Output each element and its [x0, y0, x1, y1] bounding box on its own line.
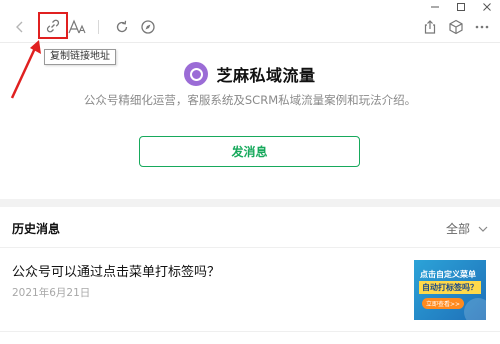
share-icon[interactable]	[420, 14, 440, 40]
window-controls	[422, 0, 500, 14]
account-description: 公众号精细化运营，客服系统及SCRM私域流量案例和玩法介绍。	[83, 93, 417, 107]
history-filter-dropdown[interactable]: 全部	[446, 220, 488, 237]
chevron-left-icon[interactable]	[10, 14, 30, 40]
browser-toolbar	[0, 12, 500, 40]
article-date: 2021年6月21日	[12, 287, 91, 299]
link-icon	[46, 19, 60, 32]
close-icon[interactable]	[474, 0, 500, 14]
article-title: 公众号可以通过点击菜单打标签吗？	[12, 265, 221, 280]
list-item[interactable]: 公众号可以通过点击菜单打标签吗？ 2021年6月21日 点击自定义菜单 自动打标…	[0, 248, 500, 332]
account-name: 芝麻私域流量	[216, 66, 316, 85]
list-divider	[0, 331, 500, 332]
avatar[interactable]	[184, 62, 209, 86]
font-size-icon[interactable]	[68, 14, 86, 40]
cube-icon[interactable]	[446, 14, 466, 40]
compass-icon[interactable]	[138, 14, 158, 40]
maximize-icon[interactable]	[448, 0, 474, 14]
minimize-icon[interactable]	[422, 0, 448, 14]
copy-link-button[interactable]	[38, 12, 68, 39]
account-header: 芝麻私域流量	[0, 60, 500, 88]
thumbnail-line-1: 点击自定义菜单	[420, 270, 476, 279]
send-message-button[interactable]: 发消息	[139, 136, 360, 167]
more-icon[interactable]	[472, 14, 492, 40]
thumbnail-line-2: 自动打标签吗？	[419, 281, 481, 294]
section-separator	[0, 199, 500, 207]
thumbnail-button: 立即查看>>	[422, 298, 465, 309]
article-thumbnail: 点击自定义菜单 自动打标签吗？ 立即查看>>	[414, 260, 486, 320]
refresh-icon[interactable]	[112, 14, 132, 40]
chevron-down-icon	[478, 226, 488, 232]
history-title: 历史消息	[12, 222, 61, 236]
toolbar-divider	[0, 42, 500, 43]
toolbar-separator	[98, 20, 99, 34]
history-header: 历史消息 全部	[0, 207, 500, 247]
history-filter-label: 全部	[445, 222, 470, 236]
account-row: 芝麻私域流量	[0, 60, 500, 88]
